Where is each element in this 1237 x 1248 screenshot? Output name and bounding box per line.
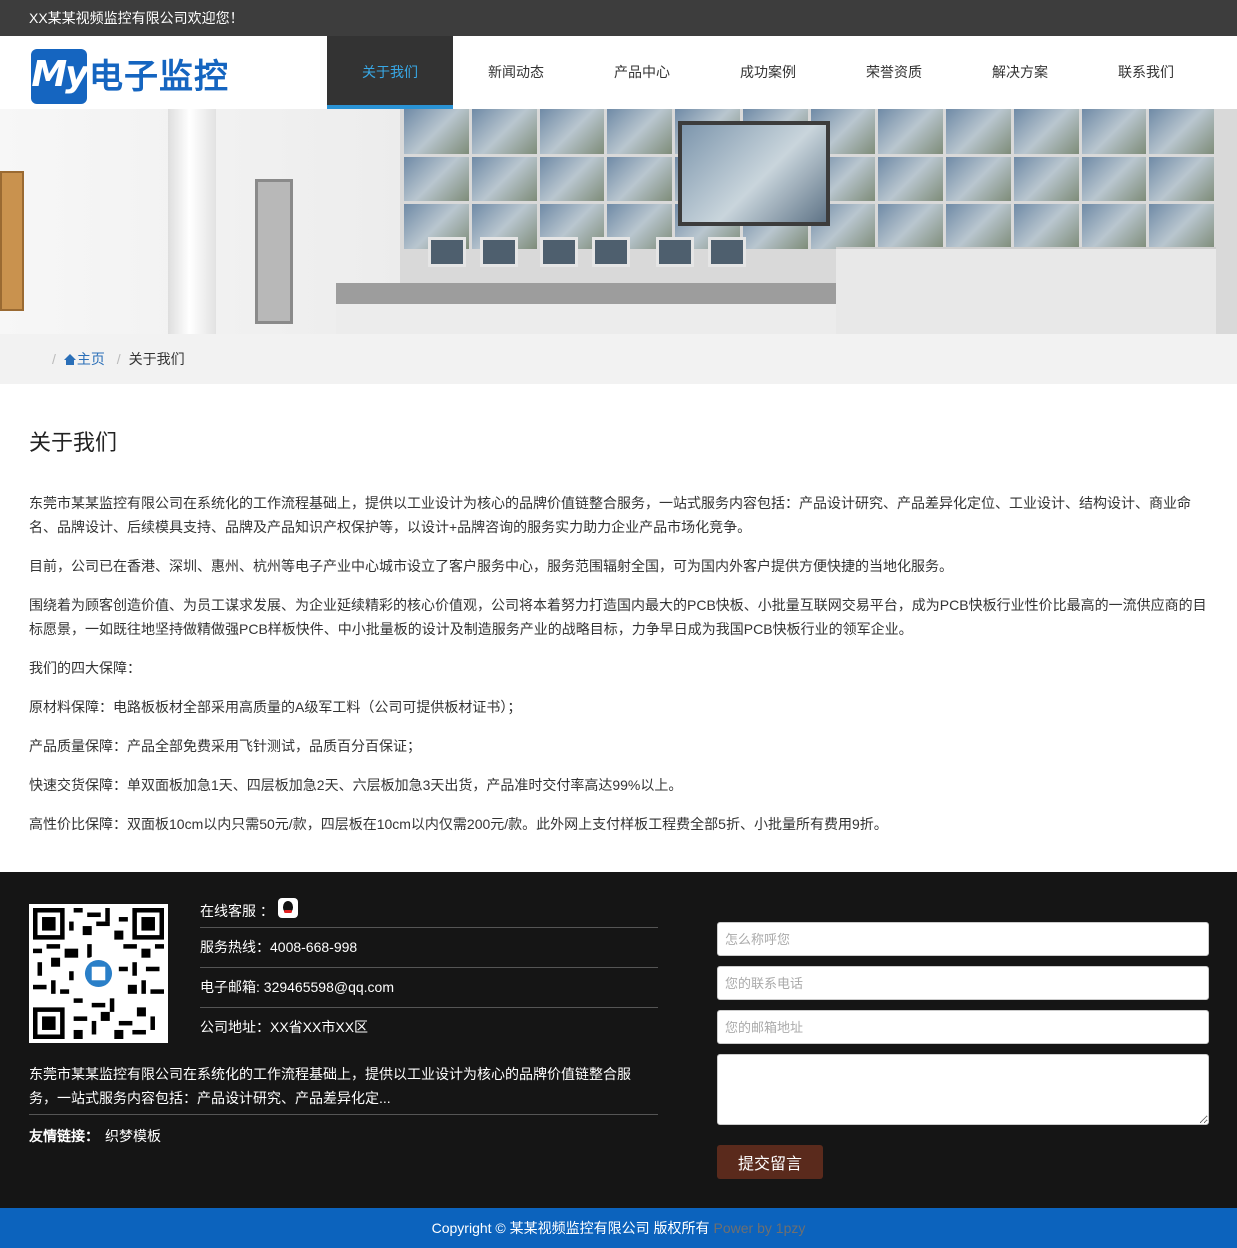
logo-text: 电子监控 (89, 58, 229, 96)
pillar-graphic (168, 109, 216, 334)
contact-info: 在线客服 ： 服务热线：4008-668-998 电子邮箱: 329465598… (200, 896, 658, 1048)
home-icon (63, 354, 76, 365)
message-form: 提交留言 (717, 922, 1209, 1179)
address: 公司地址：XX省XX市XX区 (200, 1019, 369, 1035)
site-logo[interactable]: My 电子监控 (31, 49, 231, 104)
door-graphic (0, 171, 24, 311)
paragraph: 高性价比保障：双面板10cm以内只需50元/款，四层板在10cm以内仅需200元… (29, 816, 888, 832)
nav-item-solutions[interactable]: 解决方案 (957, 36, 1083, 109)
top-bar: XX某某视频监控有限公司欢迎您！ (0, 0, 1237, 36)
paragraph: 快速交货保障：单双面板加急1天、四层板加急2天、六层板加急3天出货，产品准时交付… (29, 777, 683, 793)
paragraph: 东莞市某某监控有限公司在系统化的工作流程基础上，提供以工业设计为核心的品牌价值链… (29, 495, 1191, 535)
hotline: 服务热线：4008-668-998 (200, 928, 658, 968)
breadcrumb-home[interactable]: 主页 (63, 351, 105, 367)
copyright-bar: Copyright © 某某视频监控有限公司 版权所有 Power by 1pzy (0, 1208, 1237, 1248)
nav-item-products[interactable]: 产品中心 (579, 36, 705, 109)
name-input[interactable] (717, 922, 1209, 956)
main-nav: 关于我们 新闻动态 产品中心 成功案例 荣誉资质 解决方案 联系我们 (327, 36, 1209, 109)
banner-image (0, 109, 1237, 334)
monitor (708, 237, 746, 267)
welcome-text: XX某某视频监控有限公司欢迎您！ (29, 10, 244, 26)
breadcrumb-current: 关于我们 (128, 351, 185, 367)
qr-code (29, 904, 168, 1043)
paragraph: 原材料保障：电路板板材全部采用高质量的A级军工料（公司可提供板材证书）； (29, 699, 522, 715)
email-input[interactable] (717, 1010, 1209, 1044)
monitor (540, 237, 578, 267)
message-textarea[interactable] (717, 1054, 1209, 1125)
nav-item-news[interactable]: 新闻动态 (453, 36, 579, 109)
power-link[interactable]: Power by 1pzy (714, 1220, 806, 1236)
copyright-text: Copyright © 某某视频监控有限公司 版权所有 (431, 1220, 710, 1236)
wall-cabinets (836, 247, 1216, 334)
header: My 电子监控 关于我们 新闻动态 产品中心 成功案例 荣誉资质 解决方案 联系… (0, 36, 1237, 109)
main-content: 关于我们 东莞市某某监控有限公司在系统化的工作流程基础上，提供以工业设计为核心的… (0, 384, 1237, 872)
logo-badge: My (31, 49, 89, 104)
paragraph: 产品质量保障：产品全部免费采用飞针测试，品质百分百保证； (29, 738, 421, 754)
nav-item-contact[interactable]: 联系我们 (1083, 36, 1209, 109)
monitor (656, 237, 694, 267)
qq-icon[interactable] (277, 898, 298, 918)
control-console (336, 283, 836, 305)
nav-item-about[interactable]: 关于我们 (327, 36, 453, 109)
paragraph: 我们的四大保障： (29, 660, 141, 676)
qr-code-icon (33, 908, 164, 1039)
window-graphic (255, 179, 293, 324)
monitor (480, 237, 518, 267)
main-screen (678, 121, 830, 226)
nav-item-cases[interactable]: 成功案例 (705, 36, 831, 109)
page-title: 关于我们 (29, 430, 118, 455)
friend-link[interactable]: 织梦模板 (105, 1128, 161, 1144)
footer-about: 东莞市某某监控有限公司在系统化的工作流程基础上，提供以工业设计为核心的品牌价值链… (29, 1062, 658, 1115)
friend-links-label: 友情链接： (29, 1128, 99, 1144)
breadcrumb: / 主页 / 关于我们 (0, 334, 1237, 384)
paragraph: 围绕着为顾客创造价值、为员工谋求发展、为企业延续精彩的核心价值观，公司将本着努力… (29, 597, 1207, 637)
online-service-row: 在线客服 ： (200, 896, 658, 928)
nav-item-honors[interactable]: 荣誉资质 (831, 36, 957, 109)
monitor (428, 237, 466, 267)
friend-links: 友情链接： 织梦模板 (29, 1126, 161, 1146)
paragraph: 目前，公司已在香港、深圳、惠州、杭州等电子产业中心城市设立了客户服务中心，服务范… (29, 558, 953, 574)
monitor (592, 237, 630, 267)
phone-input[interactable] (717, 966, 1209, 1000)
submit-button[interactable]: 提交留言 (717, 1145, 823, 1179)
email: 电子邮箱: 329465598@qq.com (200, 968, 658, 1008)
footer: 在线客服 ： 服务热线：4008-668-998 电子邮箱: 329465598… (0, 872, 1237, 1208)
